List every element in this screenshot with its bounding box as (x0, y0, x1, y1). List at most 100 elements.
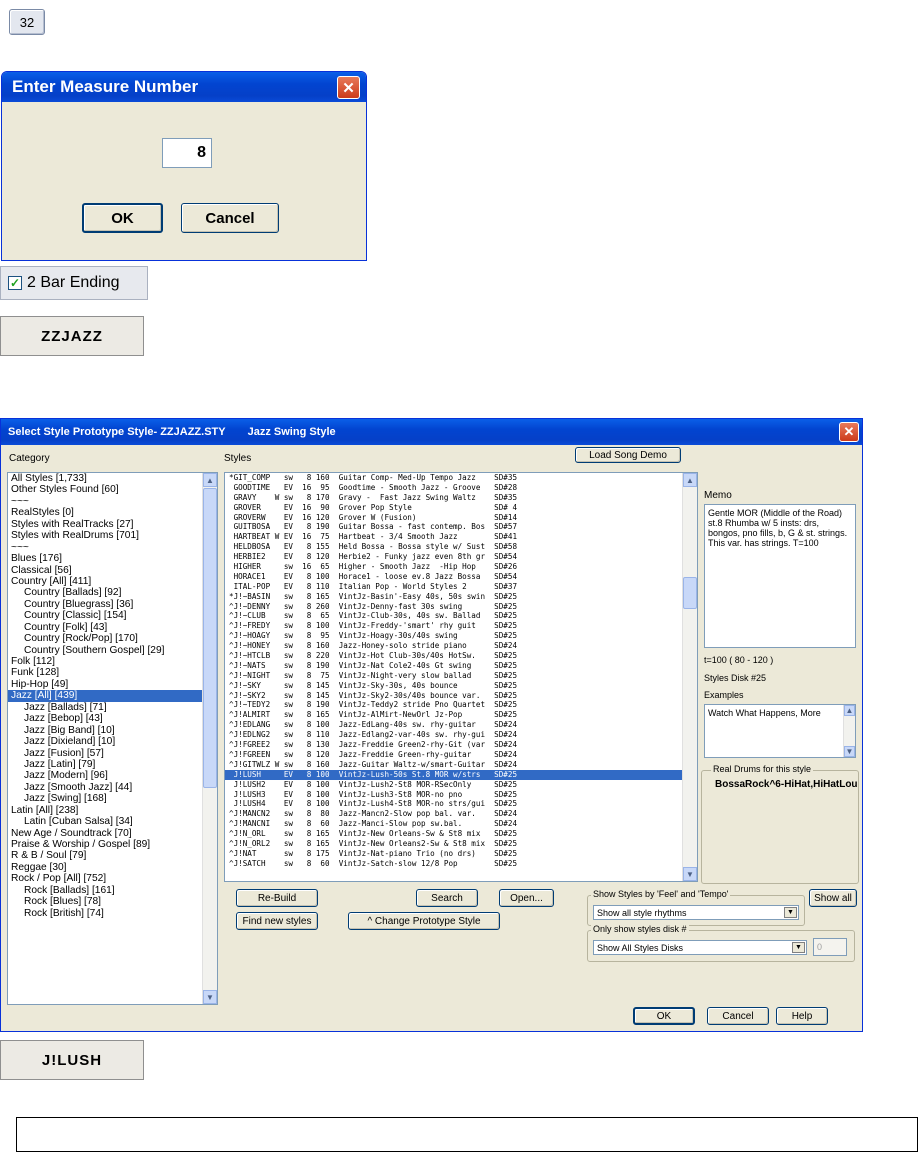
category-item[interactable]: Blues [176] (8, 553, 202, 564)
measure-input[interactable] (162, 138, 212, 168)
category-item[interactable]: Country [All] [411] (8, 576, 202, 587)
style-row[interactable]: ^J!~NIGHT sw 8 75 VintJz-Night-very slow… (225, 671, 682, 681)
category-item[interactable]: Jazz [Modern] [96] (8, 770, 202, 781)
style-row[interactable]: ^J!FGREEN sw 8 120 Jazz-Freddie Green-rh… (225, 750, 682, 760)
style-row[interactable]: J!LUSH2 EV 8 100 VintJz-Lush2-St8 MOR-RS… (225, 780, 682, 790)
style-row[interactable]: ^J!EDLANG sw 8 100 Jazz-EdLang-40s sw. r… (225, 720, 682, 730)
rebuild-button[interactable]: Re-Build (236, 889, 318, 907)
style-row[interactable]: ITAL-POP EV 8 110 Italian Pop - World St… (225, 582, 682, 592)
feel-select[interactable]: Show all style rhythms ▼ (593, 905, 799, 920)
styles-scrollbar[interactable]: ▲ ▼ (682, 473, 697, 881)
style-row[interactable]: ^J!~HOAGY sw 8 95 VintJz-Hoagy-30s/40s s… (225, 631, 682, 641)
disk-select[interactable]: Show All Styles Disks ▼ (593, 940, 807, 955)
category-item[interactable]: RealStyles [0] (8, 507, 202, 518)
style-row[interactable]: ^J!~FREDY sw 8 100 VintJz-Freddy-'smart'… (225, 621, 682, 631)
style-row[interactable]: ^J!~NATS sw 8 190 VintJz-Nat Cole2-40s G… (225, 661, 682, 671)
style-row[interactable]: ^J!~SKY2 sw 8 145 VintJz-Sky2-30s/40s bo… (225, 691, 682, 701)
category-item[interactable]: Jazz [Dixieland] [10] (8, 736, 202, 747)
category-item[interactable]: Rock [British] [74] (8, 908, 202, 919)
category-item[interactable]: Country [Southern Gospel] [29] (8, 645, 202, 656)
cancel-button[interactable]: Cancel (181, 203, 279, 233)
category-scrollbar[interactable]: ▲ ▼ (202, 473, 217, 1004)
help-button[interactable]: Help (776, 1007, 828, 1025)
style-row[interactable]: J!LUSH3 EV 8 100 VintJz-Lush3-St8 MOR-no… (225, 790, 682, 800)
style-row[interactable]: ^J!~TEDY2 sw 8 190 VintJz-Teddy2 stride … (225, 700, 682, 710)
category-item[interactable]: Styles with RealDrums [701] (8, 530, 202, 541)
style-row[interactable]: ^J!N_ORL sw 8 165 VintJz-New Orleans-Sw … (225, 829, 682, 839)
style-row[interactable]: J!LUSH4 EV 8 100 VintJz-Lush4-St8 MOR-no… (225, 799, 682, 809)
style-row[interactable]: GROVER EV 16 90 Grover Pop Style SD# 4 (225, 503, 682, 513)
category-item[interactable]: Country [Ballads] [92] (8, 587, 202, 598)
style-row[interactable]: ^J!~DENNY sw 8 260 VintJz-Denny-fast 30s… (225, 602, 682, 612)
category-item[interactable]: Rock [Blues] [78] (8, 896, 202, 907)
scroll-up-icon[interactable]: ▲ (683, 473, 697, 487)
style-row[interactable]: ^J!NAT sw 8 175 VintJz-Nat-piano Trio (n… (225, 849, 682, 859)
scroll-up-icon[interactable]: ▲ (844, 705, 855, 716)
category-item[interactable]: Jazz [Big Band] [10] (8, 725, 202, 736)
category-item[interactable]: Country [Folk] [43] (8, 622, 202, 633)
style-row[interactable]: ^J!~CLUB sw 8 65 VintJz-Club-30s, 40s sw… (225, 611, 682, 621)
style-row[interactable]: ^J!~SKY sw 8 145 VintJz-Sky-30s, 40s bou… (225, 681, 682, 691)
ok-button[interactable]: OK (633, 1007, 695, 1025)
style-row[interactable]: ^J!MANCNI sw 8 60 Jazz-Manci-Slow pop sw… (225, 819, 682, 829)
style-button-zzjazz[interactable]: ZZJAZZ (0, 316, 144, 356)
style-row[interactable]: ^J!~HONEY sw 8 160 Jazz-Honey-solo strid… (225, 641, 682, 651)
category-item[interactable]: Hip-Hop [49] (8, 679, 202, 690)
cancel-button[interactable]: Cancel (707, 1007, 769, 1025)
category-item[interactable]: Reggae [30] (8, 862, 202, 873)
style-button-jlush[interactable]: J!LUSH (0, 1040, 144, 1080)
category-item[interactable]: Jazz [Ballads] [71] (8, 702, 202, 713)
chevron-down-icon[interactable]: ▼ (792, 942, 805, 953)
show-all-button[interactable]: Show all (809, 889, 857, 907)
two-bar-ending-checkbox[interactable]: ✓ 2 Bar Ending (0, 266, 148, 300)
style-row[interactable]: ^J!N_ORL2 sw 8 165 VintJz-New Orleans2-S… (225, 839, 682, 849)
category-item[interactable]: ~~~ (8, 542, 202, 553)
category-item[interactable]: Rock / Pop [All] [752] (8, 873, 202, 884)
category-item[interactable]: Folk [112] (8, 656, 202, 667)
style-row[interactable]: HARTBEAT W EV 16 75 Hartbeat - 3/4 Smoot… (225, 532, 682, 542)
category-item[interactable]: Latin [All] [238] (8, 805, 202, 816)
open-button[interactable]: Open... (499, 889, 554, 907)
category-item[interactable]: Styles with RealTracks [27] (8, 519, 202, 530)
category-item[interactable]: Country [Classic] [154] (8, 610, 202, 621)
category-item[interactable]: Jazz [Latin] [79] (8, 759, 202, 770)
style-row[interactable]: HERBIE2 EV 8 120 Herbie2 - Funky jazz ev… (225, 552, 682, 562)
style-row[interactable]: GROVERW EV 16 120 Grover W (Fusion) SD#1… (225, 513, 682, 523)
search-button[interactable]: Search (416, 889, 478, 907)
category-item[interactable]: Jazz [Swing] [168] (8, 793, 202, 804)
style-row[interactable]: J!LUSH EV 8 100 VintJz-Lush-50s St.8 MOR… (225, 769, 682, 780)
measure-number-button[interactable]: 32 (9, 9, 45, 35)
disk-number-input[interactable]: 0 (813, 938, 847, 956)
scroll-down-icon[interactable]: ▼ (844, 746, 855, 757)
style-row[interactable]: HELDBOSA EV 8 155 Held Bossa - Bossa sty… (225, 542, 682, 552)
category-item[interactable]: Country [Rock/Pop] [170] (8, 633, 202, 644)
scroll-down-icon[interactable]: ▼ (203, 990, 217, 1004)
style-row[interactable]: ^J!ALMIRT sw 8 165 VintJz-AlMirt-NewOrl … (225, 710, 682, 720)
style-row[interactable]: ^J!EDLNG2 sw 8 110 Jazz-Edlang2-var-40s … (225, 730, 682, 740)
category-item[interactable]: Jazz [Fusion] [57] (8, 748, 202, 759)
category-item[interactable]: Country [Bluegrass] [36] (8, 599, 202, 610)
chevron-down-icon[interactable]: ▼ (784, 907, 797, 918)
change-prototype-button[interactable]: ^ Change Prototype Style (348, 912, 500, 930)
category-item[interactable]: R & B / Soul [79] (8, 850, 202, 861)
style-row[interactable]: ^J!~HTCLB sw 8 220 VintJz-Hot Club-30s/4… (225, 651, 682, 661)
style-row[interactable]: HORACE1 EV 8 100 Horace1 - loose ev.8 Ja… (225, 572, 682, 582)
scroll-up-icon[interactable]: ▲ (203, 473, 217, 487)
close-icon[interactable]: ✕ (337, 76, 360, 99)
category-list[interactable]: All Styles [1,733] Other Styles Found [60… (7, 472, 218, 1005)
category-item[interactable]: Praise & Worship / Gospel [89] (8, 839, 202, 850)
category-item[interactable]: Jazz [Smooth Jazz] [44] (8, 782, 202, 793)
category-item[interactable]: All Styles [1,733] (8, 473, 202, 484)
category-item[interactable]: Other Styles Found [60] (8, 484, 202, 495)
category-item[interactable]: Jazz [All] [439] (8, 690, 202, 702)
style-row[interactable]: ^J!MANCN2 sw 8 80 Jazz-Mancn2-Slow pop b… (225, 809, 682, 819)
style-row[interactable]: ^J!SATCH sw 8 60 VintJz-Satch-slow 12/8 … (225, 859, 682, 869)
ok-button[interactable]: OK (82, 203, 163, 233)
style-row[interactable]: GRAVY W sw 8 170 Gravy - Fast Jazz Swing… (225, 493, 682, 503)
scroll-thumb[interactable] (203, 488, 217, 788)
style-row[interactable]: *J!~BASIN sw 8 165 VintJz-Basin'-Easy 40… (225, 592, 682, 602)
load-song-demo-button[interactable]: Load Song Demo (575, 447, 681, 463)
category-item[interactable]: Latin [Cuban Salsa] [34] (8, 816, 202, 827)
style-row[interactable]: *GIT_COMP sw 8 160 Guitar Comp- Med-Up T… (225, 473, 682, 483)
scroll-thumb[interactable] (683, 577, 697, 609)
